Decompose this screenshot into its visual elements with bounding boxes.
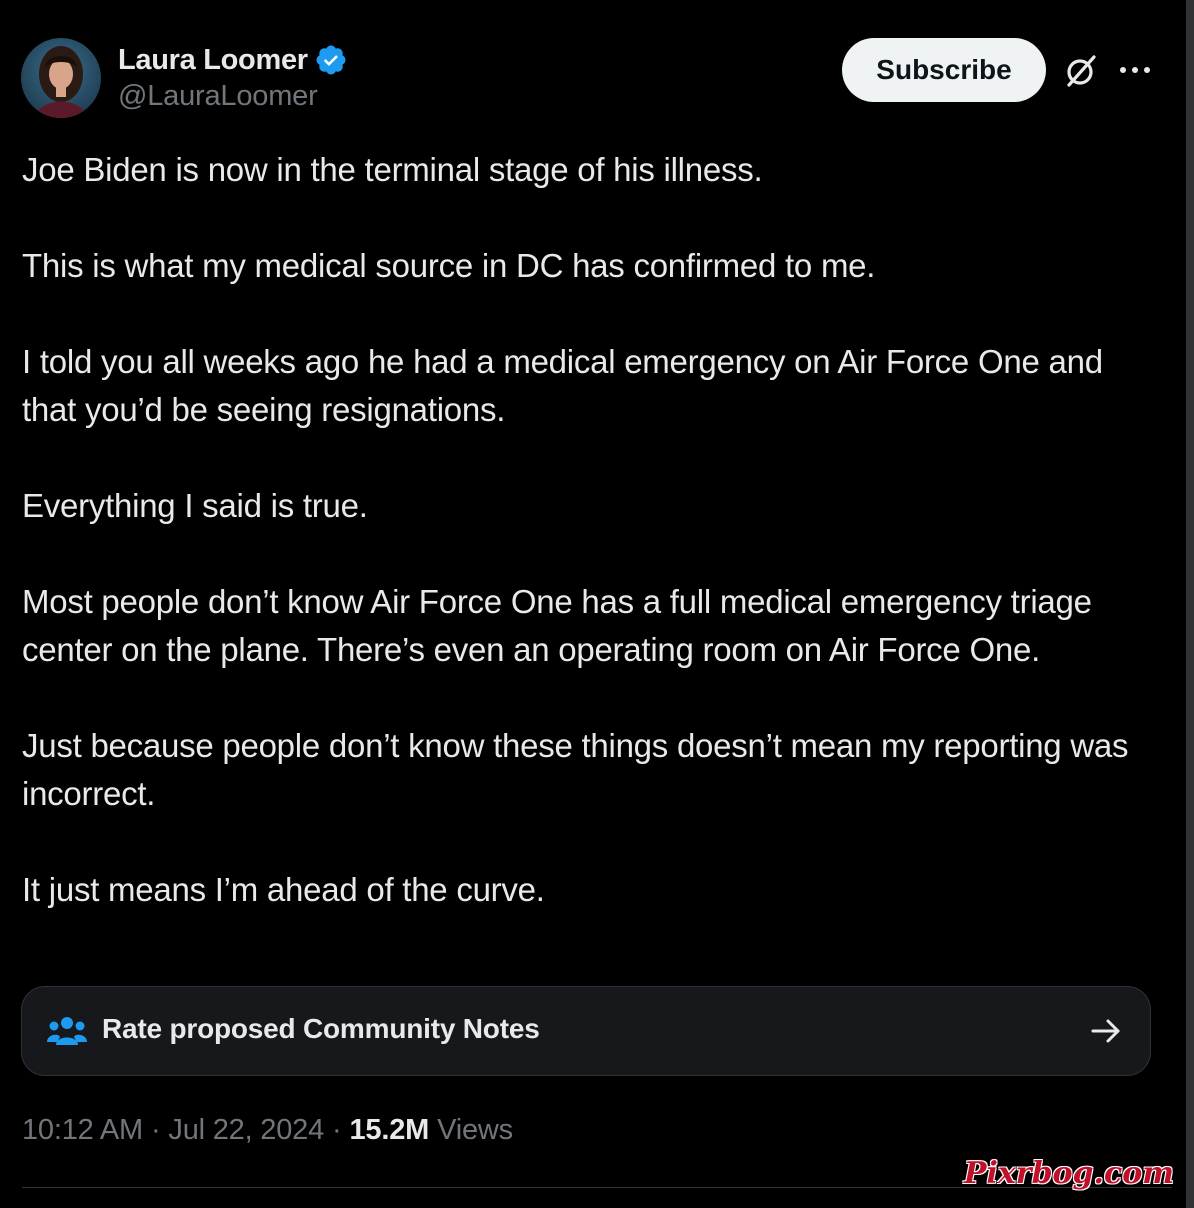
tweet-paragraph: Everything I said is true. bbox=[22, 487, 368, 524]
subscribe-button[interactable]: Subscribe bbox=[842, 38, 1046, 102]
tweet-paragraph: Just because people don’t know these thi… bbox=[22, 727, 1129, 812]
display-name[interactable]: Laura Loomer bbox=[118, 44, 308, 77]
grok-icon[interactable] bbox=[1061, 51, 1101, 91]
more-icon[interactable] bbox=[1118, 58, 1152, 82]
community-notes-card[interactable]: Rate proposed Community Notes bbox=[21, 986, 1151, 1076]
views-count[interactable]: 15.2M bbox=[350, 1114, 430, 1147]
tweet-meta: 10:12 AM · Jul 22, 2024 · 15.2M Views bbox=[22, 1114, 513, 1147]
tweet-text: Joe Biden is now in the terminal stage o… bbox=[22, 146, 1162, 914]
avatar[interactable] bbox=[21, 38, 101, 118]
watermark: Pixrbog.com bbox=[963, 1156, 1174, 1191]
tweet-paragraph: I told you all weeks ago he had a medica… bbox=[22, 343, 1103, 428]
tweet-paragraph: It just means I’m ahead of the curve. bbox=[22, 871, 545, 908]
people-icon bbox=[47, 1015, 87, 1047]
tweet-date[interactable]: Jul 22, 2024 bbox=[168, 1114, 324, 1147]
author-handle[interactable]: @LauraLoomer bbox=[118, 80, 318, 113]
community-notes-label[interactable]: Rate proposed Community Notes bbox=[102, 1013, 540, 1045]
meta-separator: · bbox=[332, 1114, 342, 1146]
views-label[interactable]: Views bbox=[437, 1114, 513, 1147]
window-edge bbox=[1186, 0, 1194, 1208]
tweet-paragraph: This is what my medical source in DC has… bbox=[22, 247, 876, 284]
verified-badge-icon[interactable] bbox=[314, 43, 348, 77]
meta-separator: · bbox=[150, 1114, 161, 1146]
author-name-row[interactable]: Laura Loomer bbox=[118, 40, 348, 80]
tweet-paragraph: Most people don’t know Air Force One has… bbox=[22, 583, 1092, 668]
tweet-paragraph: Joe Biden is now in the terminal stage o… bbox=[22, 151, 763, 188]
arrow-right-icon[interactable] bbox=[1090, 1015, 1122, 1047]
tweet-time[interactable]: 10:12 AM bbox=[22, 1114, 143, 1147]
avatar-image bbox=[21, 38, 101, 118]
